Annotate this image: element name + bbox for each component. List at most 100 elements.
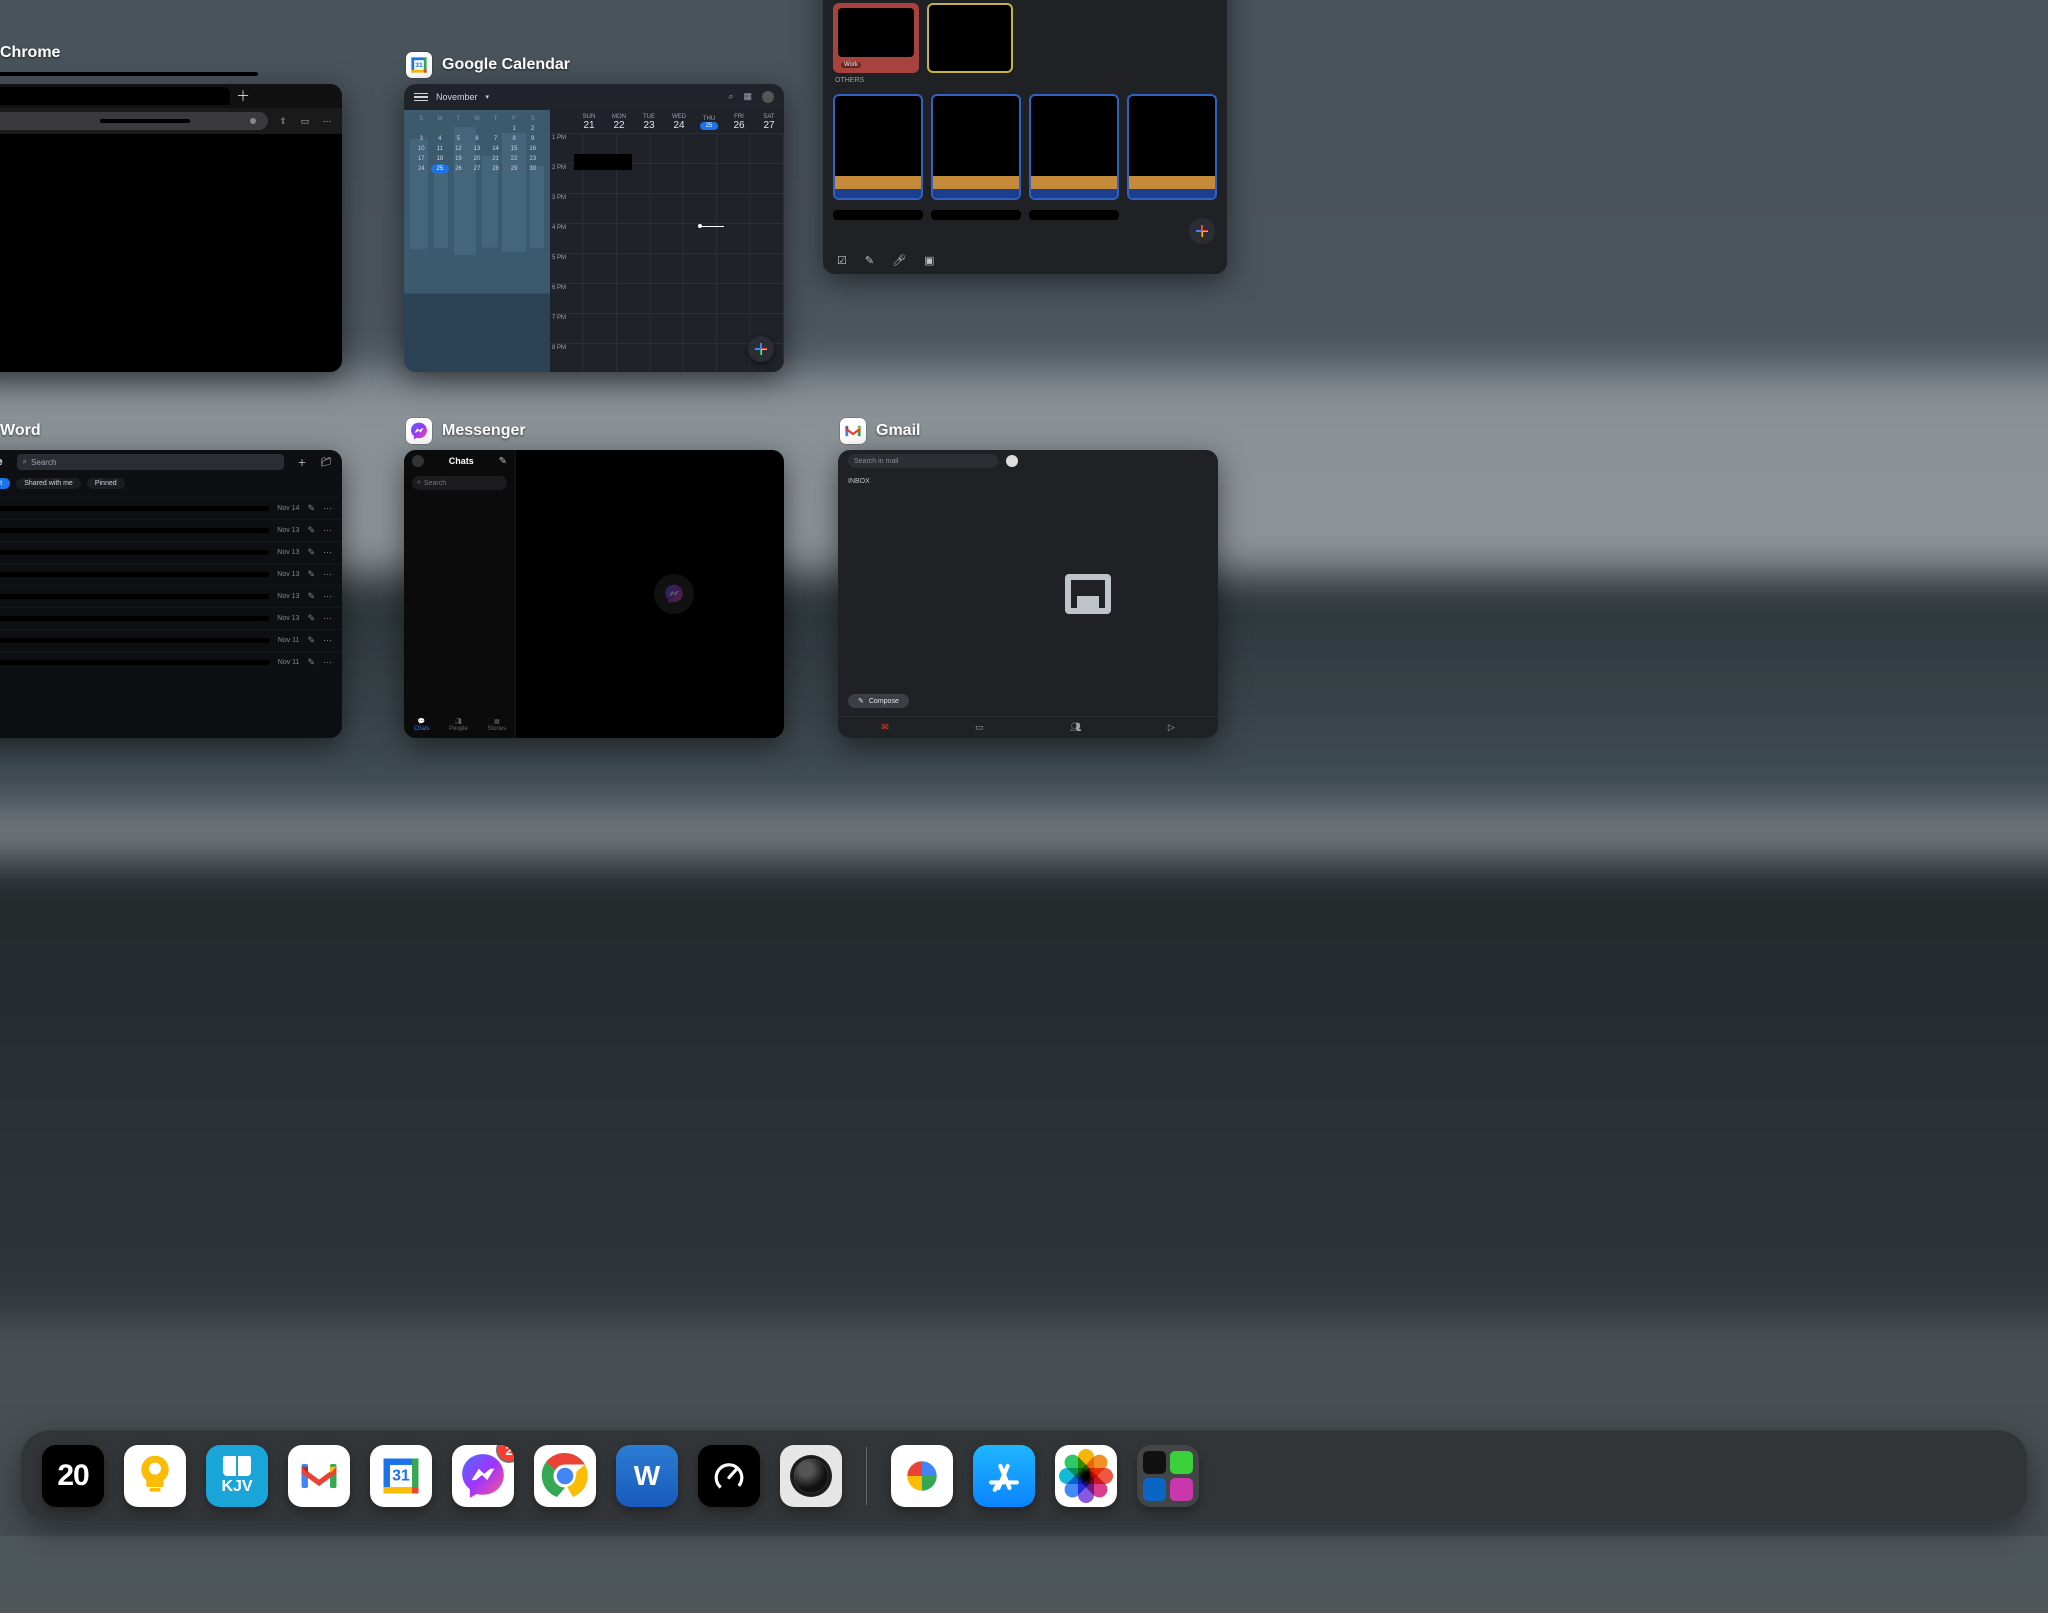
document-row[interactable]: Nov 13✎⋯: [0, 519, 342, 541]
dock-app-camera[interactable]: [780, 1445, 842, 1507]
hour-grid[interactable]: 1 PM2 PM3 PM4 PM5 PM6 PM7 PM8 PM9 PM: [550, 134, 784, 372]
dock-app-gcal[interactable]: [370, 1445, 432, 1507]
word-filter-chip[interactable]: Pinned: [87, 478, 125, 489]
search-icon[interactable]: ⌕: [728, 91, 733, 103]
note-card[interactable]: Work: [833, 3, 919, 73]
word-search[interactable]: ⌕ Search: [17, 454, 284, 470]
dock-folder[interactable]: [1137, 1445, 1199, 1507]
gmail-icon: [840, 418, 866, 444]
mail-tab-icon[interactable]: ✉: [881, 722, 889, 733]
checkbox-icon[interactable]: ☑: [837, 254, 847, 267]
word-preview[interactable]: Home ⌕ Search ＋ 📁︎ Recent Shared with me P…: [0, 450, 342, 738]
compose-button[interactable]: ✎ Compose: [848, 694, 909, 708]
share-icon[interactable]: ⇧: [276, 116, 290, 127]
dock-app-timepage[interactable]: 20: [42, 1445, 104, 1507]
dock-recent-ios-photos[interactable]: [1055, 1445, 1117, 1507]
messenger-preview[interactable]: Chats ✎ ⌕ Search 💬Chats 👥︎People ▦Stories: [404, 450, 784, 738]
note-card[interactable]: [833, 94, 923, 200]
word-home-label[interactable]: Home: [0, 456, 3, 468]
chrome-preview[interactable]: ＋ ✕ ⇧ ▭ ⋯: [0, 84, 342, 372]
inbox-icon: [1065, 574, 1111, 614]
avatar[interactable]: [762, 91, 774, 103]
messenger-search[interactable]: ⌕ Search: [412, 476, 507, 490]
note-card[interactable]: [833, 210, 923, 220]
more-icon[interactable]: ⋯: [320, 116, 334, 127]
note-card[interactable]: [1029, 94, 1119, 200]
switcher-card-word[interactable]: W Word Home ⌕ Search ＋ 📁︎ RecentShared w…: [0, 418, 342, 738]
brush-icon[interactable]: ✎: [865, 254, 874, 267]
word-filter-chip[interactable]: Shared with me: [16, 478, 81, 489]
dock-app-speedtest[interactable]: [698, 1445, 760, 1507]
folder-mini-icon: [1170, 1478, 1193, 1501]
tabs-icon[interactable]: ▭: [298, 116, 312, 127]
app-title: Gmail: [876, 422, 920, 440]
dock-app-word[interactable]: W: [616, 1445, 678, 1507]
dock-app-kjv[interactable]: KJV: [206, 1445, 268, 1507]
chat-tab-icon[interactable]: ▭: [975, 722, 984, 733]
document-row[interactable]: Nov 13✎⋯: [0, 585, 342, 607]
gcal-preview[interactable]: November▾ ⌕ ▦ SMTWTFS 123456789101112131…: [404, 84, 784, 372]
dock-app-keep[interactable]: [124, 1445, 186, 1507]
dock-app-gmail[interactable]: [288, 1445, 350, 1507]
dock-recent-google-photos[interactable]: [891, 1445, 953, 1507]
word-filter-chip[interactable]: Recent: [0, 478, 10, 489]
document-row[interactable]: Nov 13✎⋯: [0, 607, 342, 629]
month-label[interactable]: November: [436, 92, 478, 102]
folder-icon[interactable]: 📁︎: [321, 457, 332, 468]
address-bar[interactable]: [0, 112, 268, 130]
avatar[interactable]: [412, 455, 424, 467]
switcher-card-gcal[interactable]: Google Calendar November▾ ⌕ ▦ SMTWTFS 12…: [404, 52, 784, 372]
switcher-card-keep[interactable]: Search your notes ⊞ PINNED Work OTHERS ☑…: [823, 0, 1227, 274]
today-icon[interactable]: ▦: [743, 91, 752, 103]
mini-calendar[interactable]: SMTWTFS 12345678910111213141516171819202…: [404, 110, 550, 372]
document-row[interactable]: Nov 13✎⋯: [0, 541, 342, 563]
app-switcher-grid: Chrome ＋ ✕ ⇧ ▭ ⋯ Google Calendar: [0, 0, 2048, 1416]
dock-separator: [866, 1447, 867, 1505]
document-row[interactable]: Nov 11✎⋯: [0, 629, 342, 651]
mic-icon[interactable]: 🎤︎: [892, 254, 906, 267]
document-row[interactable]: Nov 13✎⋯: [0, 563, 342, 585]
dock: 20 KJV 2 W: [20, 1430, 2028, 1522]
add-note-fab[interactable]: [1189, 218, 1215, 244]
inbox-label[interactable]: INBOX: [848, 478, 948, 485]
lens-icon: [794, 1459, 828, 1493]
switcher-card-messenger[interactable]: Messenger Chats ✎ ⌕ Search 💬Chats 👥︎Peopl…: [404, 418, 784, 738]
app-title: Google Calendar: [442, 56, 570, 74]
avatar[interactable]: [1006, 455, 1018, 467]
others-label: OTHERS: [823, 73, 1227, 88]
calendar-event[interactable]: [574, 154, 632, 170]
gmail-preview[interactable]: Search in mail INBOX ✎ Compose ✉ ▭ 👥︎ ▷: [838, 450, 1218, 738]
document-row[interactable]: Nov 14✎⋯: [0, 497, 342, 519]
document-row[interactable]: Nov 11✎⋯: [0, 651, 342, 673]
image-icon[interactable]: ▣: [924, 254, 934, 267]
note-card[interactable]: [931, 94, 1021, 200]
messenger-tab[interactable]: 👥︎People: [449, 718, 468, 732]
switcher-card-gmail[interactable]: Gmail Search in mail INBOX ✎ Compose ✉ ▭: [838, 418, 1218, 738]
chats-header: Chats: [449, 456, 474, 466]
plus-icon: [1196, 225, 1208, 237]
date-number: 20: [57, 1459, 88, 1493]
gmail-search[interactable]: Search in mail: [848, 454, 998, 468]
note-card[interactable]: [1029, 210, 1119, 220]
dock-app-messenger[interactable]: 2: [452, 1445, 514, 1507]
dock-recent-app-store[interactable]: [973, 1445, 1035, 1507]
app-title: Messenger: [442, 422, 526, 440]
now-indicator: [698, 224, 702, 228]
browser-tab[interactable]: [0, 87, 230, 105]
compose-icon[interactable]: ✎: [499, 456, 507, 467]
spaces-tab-icon[interactable]: 👥︎: [1070, 722, 1081, 733]
note-card[interactable]: [931, 210, 1021, 220]
hamburger-icon[interactable]: [414, 93, 428, 102]
note-card[interactable]: [927, 3, 1013, 73]
new-tab-icon[interactable]: ＋: [236, 89, 250, 103]
switcher-card-chrome[interactable]: Chrome ＋ ✕ ⇧ ▭ ⋯: [0, 40, 342, 372]
add-event-fab[interactable]: [748, 336, 774, 362]
kjv-label: KJV: [221, 1478, 252, 1496]
messenger-tab[interactable]: 💬Chats: [414, 718, 430, 732]
dock-app-chrome[interactable]: [534, 1445, 596, 1507]
new-doc-icon[interactable]: ＋: [298, 456, 307, 469]
note-card[interactable]: [1127, 94, 1217, 200]
search-placeholder: Search: [424, 480, 446, 487]
meet-tab-icon[interactable]: ▷: [1168, 722, 1175, 733]
messenger-tab[interactable]: ▦Stories: [487, 718, 506, 732]
